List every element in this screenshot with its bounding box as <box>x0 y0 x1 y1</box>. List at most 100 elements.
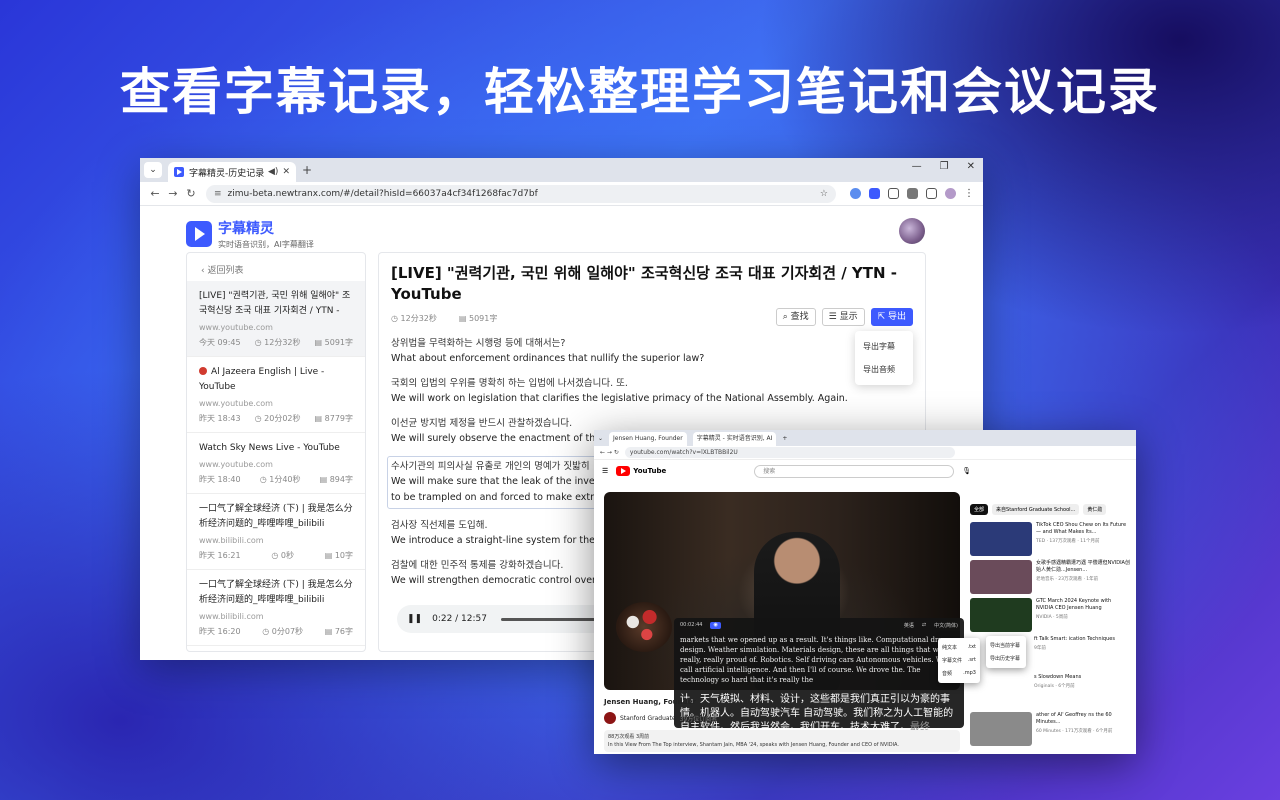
extensions-puzzle-icon[interactable] <box>888 188 899 199</box>
format-item-srt[interactable]: 字幕文件 .srt <box>942 654 976 667</box>
overlay-button[interactable]: ◉ <box>710 622 721 629</box>
back-to-list-link[interactable]: ‹ 返回列表 <box>187 253 365 281</box>
window-close-icon[interactable]: ✕ <box>967 161 975 172</box>
format-item-txt[interactable]: 纯文本 .txt <box>942 641 976 654</box>
app-favicon-icon <box>174 167 184 177</box>
find-button[interactable]: ⌕ 查找 <box>775 308 816 326</box>
recommended-video[interactable]: ft Talk Smart: ication Techniques 9年前 <box>1034 636 1130 651</box>
list-item[interactable]: Al Jazeera English | Live - YouTube www.… <box>187 357 365 433</box>
yt-search-input[interactable]: 搜索 <box>754 464 955 478</box>
app-subtitle: 实时语音识别，AI字幕翻译 <box>218 240 314 249</box>
item-title: 一口气了解全球经济 (下) | 我是怎么分析经济问题的_哔哩哔哩_bilibil… <box>199 504 353 529</box>
swap-icon[interactable]: ⇄ <box>922 622 926 629</box>
detail-duration: ◷ 12分32秒 <box>391 314 437 323</box>
user-avatar[interactable] <box>899 218 925 244</box>
tab-search-icon[interactable]: ⌄ <box>144 162 162 178</box>
minimize-icon[interactable]: — <box>912 161 922 172</box>
export-current-item[interactable]: 导出当前字幕 <box>990 639 1022 652</box>
url-text: zimu-beta.newtranx.com/#/detail?hisId=66… <box>227 188 538 199</box>
profile-icon[interactable] <box>945 188 956 199</box>
more-menu-icon[interactable]: ⋮ <box>964 188 974 199</box>
channel-avatar[interactable] <box>604 712 616 724</box>
export-audio-item[interactable]: 导出音频 <box>855 358 913 381</box>
thumbnail <box>970 560 1032 594</box>
overlay-lang-dst[interactable]: 中文(简体) <box>934 622 958 629</box>
item-domain: www.youtube.com <box>199 323 273 332</box>
back-arrow-icon[interactable]: ← → ↻ <box>600 449 619 456</box>
back-arrow-icon[interactable]: ← <box>146 187 164 200</box>
translation-text: We will work on legislation that clarifi… <box>391 393 848 404</box>
address-bar: ← → ↻ ≡ zimu-beta.newtranx.com/#/detail?… <box>140 182 983 206</box>
source-text: 이선균 방지법 제정을 반드시 관찰하겠습니다. <box>391 418 573 429</box>
export-history-item[interactable]: 导出历史字幕 <box>990 652 1022 665</box>
extension-zimu-icon[interactable] <box>869 188 880 199</box>
channel-subs: 39万位订阅者 <box>679 715 718 723</box>
reload-icon[interactable]: ↻ <box>182 187 200 200</box>
format-item-mp3[interactable]: 音频 .mp3 <box>942 667 976 680</box>
transcript-line[interactable]: 상위법을 무력화하는 시행령 등에 대해서는? What about enfor… <box>391 336 913 367</box>
item-duration: ◷ 0分07秒 <box>262 627 304 636</box>
tab-title: 字幕精灵-历史记录 <box>189 168 265 179</box>
hamburger-icon[interactable]: ☰ <box>602 467 608 475</box>
youtube-logo-icon[interactable] <box>616 466 631 476</box>
chip-all[interactable]: 全部 <box>970 504 989 515</box>
item-words: ▤ 8779字 <box>314 414 353 423</box>
export-button[interactable]: ⇱ 导出 <box>870 308 913 326</box>
item-words: ▤ 5091字 <box>314 338 353 347</box>
export-icon: ⇱ <box>877 312 888 322</box>
chip-topic[interactable]: 黄仁勋 <box>1083 504 1107 515</box>
list-item[interactable]: Watch Sky News Live - YouTube www.youtub… <box>187 433 365 494</box>
yt-tab-bar: ⌄ Jensen Huang, Founder 字幕精灵 - 实时语音识别, A… <box>594 430 1136 446</box>
url-field[interactable]: ≡ zimu-beta.newtranx.com/#/detail?hisId=… <box>206 184 836 203</box>
new-tab-icon[interactable]: + <box>302 163 312 177</box>
list-item[interactable]: [LIVE] "권력기관, 국민 위해 일해야" 조국혁신당 조국 대표 기자회… <box>187 281 365 357</box>
recommended-video[interactable]: TikTok CEO Shou Chew on Its Future — and… <box>970 522 1130 556</box>
item-date: 昨天 18:40 <box>199 475 241 484</box>
recommended-video[interactable]: 女歌手感遇精霸遭巧遇 平偿遭但NVIDIA创始人黄仁勋...Jensen... 老… <box>970 560 1130 594</box>
active-tab[interactable]: 字幕精灵-历史记录 ◀) ✕ <box>168 162 296 182</box>
display-button[interactable]: ☰ 显示 <box>821 308 865 326</box>
mic-icon[interactable]: 🎙 <box>962 467 971 475</box>
bookmark-star-icon[interactable]: ☆ <box>820 189 828 199</box>
new-tab-icon[interactable]: + <box>782 435 787 442</box>
extension-globe-icon[interactable] <box>850 188 861 199</box>
pause-icon[interactable]: ❚❚ <box>407 614 422 624</box>
video-description[interactable]: 88万次观看 3周前 In this View From The Top int… <box>604 730 960 752</box>
thumbnail <box>970 598 1032 632</box>
item-duration: ◷ 12分32秒 <box>254 338 301 347</box>
overlay-lang-src[interactable]: 英语 <box>904 622 914 629</box>
export-subtitle-item[interactable]: 导出字幕 <box>855 335 913 358</box>
detail-title: [LIVE] "권력기관, 국민 위해 일해야" 조국혁신당 조국 대표 기자회… <box>391 264 898 303</box>
site-info-icon[interactable]: ≡ <box>214 189 222 199</box>
sidepanel-icon[interactable] <box>926 188 937 199</box>
zimu-tab[interactable]: 字幕精灵 - 实时语音识别, AI <box>692 432 777 446</box>
yt-tab[interactable]: Jensen Huang, Founder <box>609 432 687 446</box>
forward-arrow-icon[interactable]: → <box>164 187 182 200</box>
tab-search-icon[interactable]: ⌄ <box>598 435 603 442</box>
recommended-video[interactable]: GTC March 2024 Keynote with NVIDIA CEO J… <box>970 598 1130 632</box>
list-item[interactable]: 一口气了解全球经济 (下) | 我是怎么分析经济问题的_哔哩哔哩_bilibil… <box>187 570 365 646</box>
transcript-line[interactable]: 국회의 입법의 우위를 명확히 하는 입법에 나서겠습니다. 또. We wil… <box>391 376 913 407</box>
detail-words: ▤ 5091字 <box>458 314 498 323</box>
speaker-icon[interactable]: ◀) <box>268 167 278 177</box>
player-time: 0:22 / 12:57 <box>432 614 487 624</box>
item-date: 昨天 16:20 <box>199 627 241 636</box>
chip-channel[interactable]: 来自Stanford Graduate School... <box>992 504 1080 515</box>
item-words: ▤ 894字 <box>319 475 353 484</box>
item-domain: www.youtube.com <box>199 460 273 469</box>
media-control-icon[interactable] <box>907 188 918 199</box>
item-duration: ◷ 20分02秒 <box>254 414 301 423</box>
item-duration: ◷ 1分40秒 <box>259 475 301 484</box>
tab-close-icon[interactable]: ✕ <box>282 167 290 177</box>
restore-icon[interactable]: ❐ <box>940 161 949 172</box>
item-domain: www.youtube.com <box>199 399 273 408</box>
channel-name[interactable]: Stanford Graduate <box>620 715 676 722</box>
recommended-video[interactable]: ather of AI' Geoffrey ns the 60 Minutes.… <box>970 712 1130 746</box>
recommended-video[interactable]: s Slowdown Means Originals · 6个月前 <box>1034 674 1130 689</box>
item-words: ▤ 76字 <box>324 627 353 636</box>
yt-url[interactable]: youtube.com/watch?v=lXLBTBBil2U <box>624 447 955 458</box>
source-text: 상위법을 무력화하는 시행령 등에 대해서는? <box>391 338 566 349</box>
list-item[interactable]: 一口气了解全球经济 (下) | 我是怎么分析经济问题的_哔哩哔哩_bilibil… <box>187 494 365 570</box>
overlay-time: 00:02:44 <box>680 622 703 628</box>
headline: 查看字幕记录，轻松整理学习笔记和会议记录 <box>120 63 1160 121</box>
